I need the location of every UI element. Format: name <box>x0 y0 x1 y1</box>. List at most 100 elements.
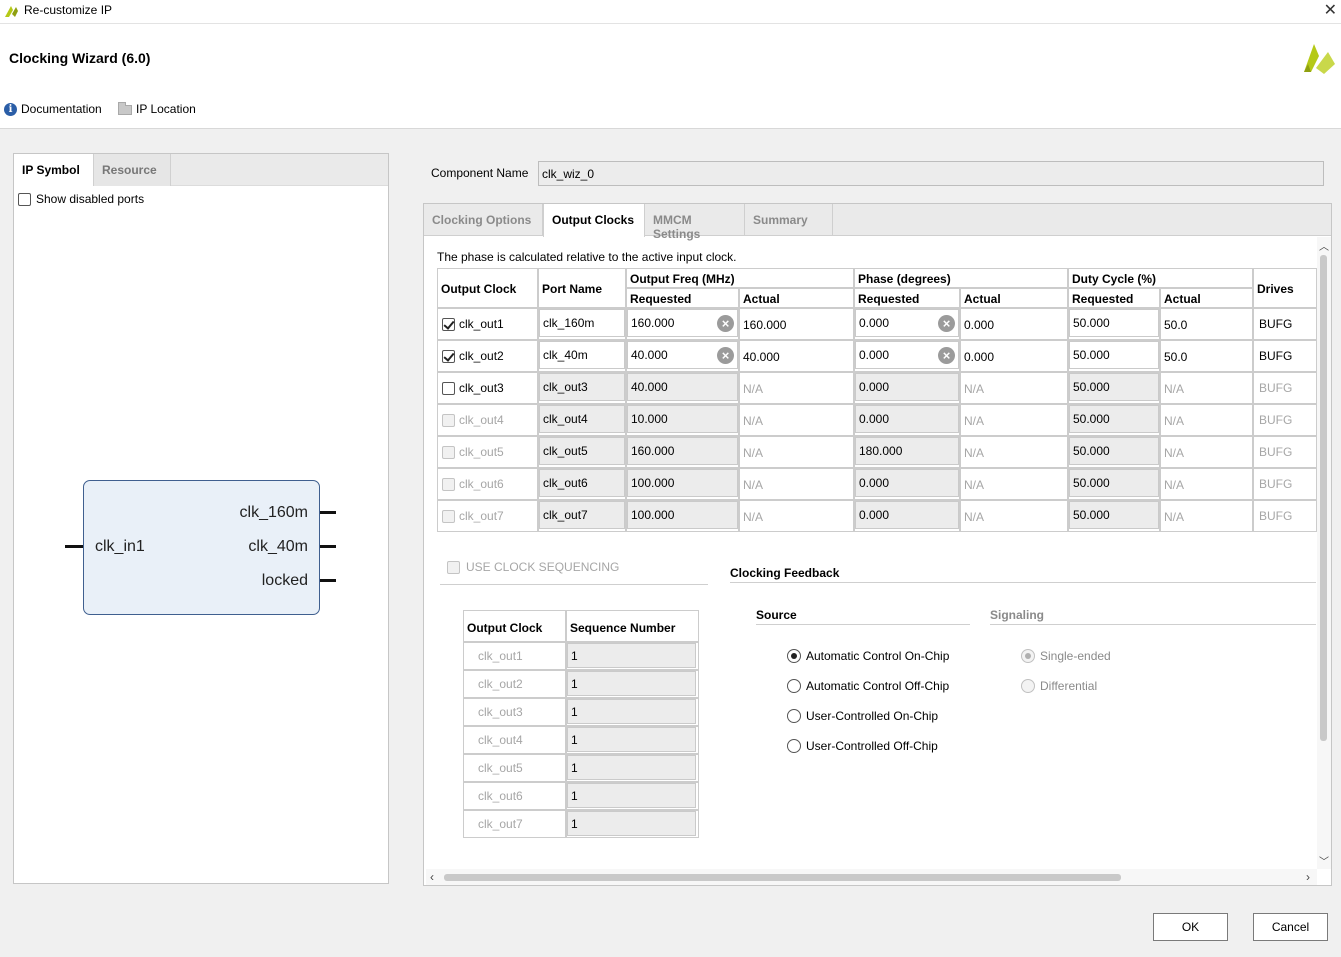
vertical-scrollbar[interactable]: ︿ ﹀ <box>1317 237 1331 869</box>
signaling-radio[interactable] <box>1021 679 1035 693</box>
clk-enable-checkbox[interactable] <box>442 510 455 523</box>
port-name-input[interactable]: clk_out5 <box>539 437 625 465</box>
phase-requested-input[interactable]: 0.000 <box>855 501 959 529</box>
phase-actual: N/A <box>964 382 985 396</box>
duty-requested-input[interactable]: 50.000 <box>1069 437 1159 465</box>
tab-mmcm-settings[interactable]: MMCM Settings <box>645 204 745 241</box>
hdr-port-name: Port Name <box>538 268 626 308</box>
port-name-input[interactable]: clk_40m <box>539 341 625 369</box>
documentation-link[interactable]: i Documentation <box>4 102 102 116</box>
close-icon[interactable]: ✕ <box>1324 0 1337 20</box>
seq-number-input[interactable]: 1 <box>567 755 696 780</box>
ok-button[interactable]: OK <box>1153 913 1228 941</box>
port-name-input[interactable]: clk_out7 <box>539 501 625 529</box>
source-option[interactable]: Automatic Control Off-Chip <box>787 679 949 693</box>
horizontal-scrollbar[interactable]: ‹ › <box>426 869 1317 885</box>
duty-actual: 50.0 <box>1164 318 1188 332</box>
phase-note: The phase is calculated relative to the … <box>437 250 737 264</box>
pin-clk-160m <box>320 511 336 514</box>
horizontal-scroll-thumb[interactable] <box>444 874 1121 881</box>
use-clock-sequencing-checkbox[interactable] <box>447 560 460 574</box>
duty-requested-input[interactable]: 50.000 <box>1069 405 1159 433</box>
signaling-option[interactable]: Differential <box>1021 679 1097 693</box>
duty-requested-input[interactable]: 50.000 <box>1069 341 1159 369</box>
phase-requested-input[interactable]: 0.000 <box>855 373 959 401</box>
clk-enable-checkbox[interactable] <box>442 382 455 395</box>
duty-requested-input[interactable]: 50.000 <box>1069 469 1159 497</box>
clk-enable-checkbox[interactable] <box>442 414 455 427</box>
use-clock-sequencing[interactable]: USE CLOCK SEQUENCING <box>447 560 619 574</box>
show-disabled-checkbox[interactable] <box>18 192 31 206</box>
seq-number-input[interactable]: 1 <box>567 671 696 696</box>
ip-location-link[interactable]: IP Location <box>118 102 196 116</box>
freq-actual: N/A <box>743 446 764 460</box>
signaling-option-label: Single-ended <box>1040 649 1111 663</box>
source-radio[interactable] <box>787 709 801 723</box>
source-radio[interactable] <box>787 679 801 693</box>
port-name-input[interactable]: clk_160m <box>539 309 625 337</box>
clear-phase-icon[interactable]: × <box>938 347 955 364</box>
duty-actual: N/A <box>1164 510 1185 524</box>
seq-number-input[interactable]: 1 <box>567 783 696 808</box>
signaling-option[interactable]: Single-ended <box>1021 649 1111 663</box>
duty-actual: N/A <box>1164 446 1185 460</box>
clear-phase-icon[interactable]: × <box>938 315 955 332</box>
show-disabled-ports[interactable]: Show disabled ports <box>18 192 144 206</box>
freq-requested-input[interactable]: 10.000 <box>627 405 738 433</box>
scroll-down-icon[interactable]: ﹀ <box>1319 853 1329 868</box>
clock-name: clk_out6 <box>459 477 504 491</box>
port-clk-in1: clk_in1 <box>95 538 145 555</box>
phase-requested-input[interactable]: 0.000 <box>855 469 959 497</box>
clk-enable-checkbox[interactable] <box>442 446 455 459</box>
duty-requested-input[interactable]: 50.000 <box>1069 501 1159 529</box>
freq-requested-input[interactable]: 100.000 <box>627 501 738 529</box>
clk-enable-checkbox[interactable] <box>442 318 455 331</box>
phase-actual: 0.000 <box>964 350 995 364</box>
signaling-radio[interactable] <box>1021 649 1035 663</box>
tab-output-clocks[interactable]: Output Clocks <box>543 204 645 237</box>
phase-requested-input[interactable]: 0.000 <box>855 405 959 433</box>
tab-summary[interactable]: Summary <box>745 204 833 236</box>
clk-enable-checkbox[interactable] <box>442 478 455 491</box>
port-name-input[interactable]: clk_out6 <box>539 469 625 497</box>
tab-resource[interactable]: Resource <box>94 154 171 186</box>
pin-clk-40m <box>320 545 336 548</box>
source-radio[interactable] <box>787 649 801 663</box>
signaling-title: Signaling <box>990 608 1044 622</box>
freq-requested-input[interactable]: 100.000 <box>627 469 738 497</box>
duty-requested-input[interactable]: 50.000 <box>1069 309 1159 337</box>
source-radio[interactable] <box>787 739 801 753</box>
clock-name: clk_out5 <box>459 445 504 459</box>
clear-freq-icon[interactable]: × <box>717 315 734 332</box>
component-name-input[interactable]: clk_wiz_0 <box>538 161 1324 186</box>
tab-ip-symbol[interactable]: IP Symbol <box>14 154 94 186</box>
freq-requested-input[interactable]: 160.000 <box>627 437 738 465</box>
phase-actual: N/A <box>964 414 985 428</box>
documentation-label: Documentation <box>21 102 102 116</box>
freq-requested-input[interactable]: 40.000 <box>627 373 738 401</box>
vertical-scroll-thumb[interactable] <box>1320 255 1327 741</box>
duty-actual: 50.0 <box>1164 350 1188 364</box>
scroll-left-icon[interactable]: ‹ <box>430 870 434 884</box>
seq-number-input[interactable]: 1 <box>567 643 696 668</box>
clk-enable-checkbox[interactable] <box>442 350 455 363</box>
tab-clocking-options[interactable]: Clocking Options <box>424 204 543 236</box>
scroll-right-icon[interactable]: › <box>1306 870 1310 884</box>
port-name-input[interactable]: clk_out3 <box>539 373 625 401</box>
clocking-feedback-title: Clocking Feedback <box>730 566 840 580</box>
cancel-button[interactable]: Cancel <box>1253 913 1328 941</box>
clear-freq-icon[interactable]: × <box>717 347 734 364</box>
port-name-input[interactable]: clk_out4 <box>539 405 625 433</box>
clock-name: clk_out7 <box>459 509 504 523</box>
seq-number-input[interactable]: 1 <box>567 727 696 752</box>
duty-requested-input[interactable]: 50.000 <box>1069 373 1159 401</box>
source-option[interactable]: Automatic Control On-Chip <box>787 649 949 663</box>
source-option[interactable]: User-Controlled On-Chip <box>787 709 938 723</box>
seq-number-input[interactable]: 1 <box>567 699 696 724</box>
scroll-up-icon[interactable]: ︿ <box>1319 238 1329 253</box>
phase-requested-input[interactable]: 180.000 <box>855 437 959 465</box>
sequence-table: Output Clock Sequence Number clk_out1 1 cl… <box>463 610 699 838</box>
seq-number-input[interactable]: 1 <box>567 811 696 836</box>
source-option[interactable]: User-Controlled Off-Chip <box>787 739 938 753</box>
drives-value: BUFG <box>1259 509 1293 523</box>
